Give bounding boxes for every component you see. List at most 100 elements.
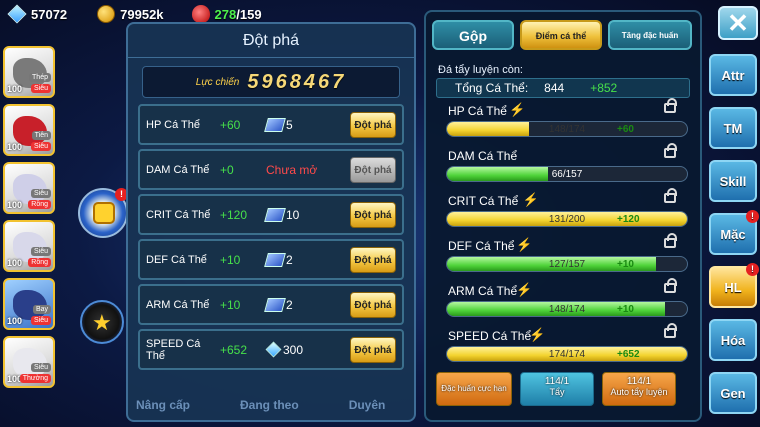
stamina-counter: 278/159: [191, 5, 262, 23]
breakthrough-button[interactable]: Đột phá: [350, 112, 396, 138]
gem-counter: 57072: [7, 4, 67, 24]
stat-row: ARM Cá Thể ⚡ 148/174 +10: [436, 278, 690, 327]
cost-value: 2: [286, 252, 293, 267]
pokemon-type-tag: Siêu: [30, 142, 51, 151]
training-panel: Gộp Điểm cá thể Tăng đặc huấn Đá tẩy luy…: [424, 10, 702, 422]
stat-row: DAM Cá Thể 66/157: [436, 143, 690, 192]
bottom-tab[interactable]: Nâng cấp: [136, 398, 190, 412]
nav-gen[interactable]: Gen: [709, 372, 757, 414]
stat-row: HP Cá Thể ⚡ 148/174 +60: [436, 98, 690, 147]
gold-count: 79952k: [120, 6, 164, 22]
ticket-icon: [264, 207, 286, 222]
nav-mặc[interactable]: Mặc!: [709, 210, 759, 255]
special-training-button[interactable]: Đặc huấn cực hạn: [436, 372, 512, 406]
bag-icon: [93, 202, 115, 224]
bottom-tab[interactable]: Đang theo: [240, 398, 299, 412]
stat-name: SPEED Cá Thể: [146, 337, 201, 362]
stat-bar: 148/174 +60: [446, 121, 688, 137]
breakthrough-row: DEF Cá Thể +10 2 Đột phá: [138, 239, 404, 280]
breakthrough-row: HP Cá Thể +60 5 Đột phá: [138, 104, 404, 145]
stat-bonus: +0: [220, 162, 234, 177]
pokemon-slot[interactable]: 100 Siêu Rồng: [3, 162, 55, 214]
breakthrough-button: Đột phá: [350, 157, 396, 183]
breakthrough-button[interactable]: Đột phá: [350, 202, 396, 228]
bolt-icon: ⚡: [516, 237, 533, 252]
stat-name: ARM Cá Thể: [146, 298, 210, 311]
nav-skill[interactable]: Skill: [709, 160, 757, 202]
pokemon-level: 100: [7, 142, 23, 152]
stat-bar: 174/174 +652: [446, 346, 688, 362]
tab-merge[interactable]: Gộp: [432, 20, 514, 50]
ticket-icon: [264, 252, 286, 267]
bottom-tab[interactable]: Duyên: [349, 398, 386, 412]
nav-label: Attr: [721, 68, 745, 83]
lock-icon[interactable]: [664, 323, 677, 338]
ticket-icon: [264, 297, 286, 312]
pokemon-type-tag: Siêu: [30, 316, 51, 325]
pokemon-level: 100: [7, 84, 23, 94]
remaining-stones-label: Đá tẩy luyện còn:: [438, 64, 523, 76]
stat-bonus: +652: [220, 342, 248, 357]
lock-icon[interactable]: [664, 233, 677, 248]
pokemon-type-tag: Rồng: [28, 200, 51, 209]
alert-badge: !: [746, 263, 759, 276]
stat-row: SPEED Cá Thể ⚡ 174/174 +652: [436, 323, 690, 372]
nav-hóa[interactable]: Hóa: [709, 319, 757, 361]
auto-wash-button[interactable]: 114/1 Auto tẩy luyện: [602, 372, 676, 406]
stat-list: HP Cá Thể ⚡ 148/174 +60 DAM Cá Thể 66/157 CRIT…: [436, 98, 690, 372]
cost-value: 300: [283, 342, 304, 357]
close-button[interactable]: ✕: [718, 6, 758, 40]
wash-button[interactable]: 114/1 Tẩy: [520, 372, 594, 406]
evolve-bag-button[interactable]: !: [78, 188, 128, 238]
pokemon-slot[interactable]: 100 Bay Siêu: [3, 278, 55, 330]
lock-icon[interactable]: [664, 278, 677, 293]
nav-label: Gen: [720, 386, 746, 401]
stat-name: CRIT Cá Thể: [448, 194, 519, 208]
pokemon-type-tag: Siêu: [30, 363, 51, 372]
pokemon-type-tag: Rồng: [28, 258, 51, 267]
stamina-value: 278/159: [215, 7, 262, 22]
stat-bar: 148/174 +10: [446, 301, 688, 317]
ticket-icon: [264, 117, 286, 132]
bolt-icon: ⚡: [509, 102, 526, 117]
pokemon-slot[interactable]: 100 Siêu Thường: [3, 336, 55, 388]
locked-text: Chưa mở: [266, 162, 318, 177]
tab-special-training[interactable]: Tăng đặc huấn: [608, 20, 692, 50]
pokemon-slot[interactable]: 100 Tiên Siêu: [3, 104, 55, 156]
lock-icon[interactable]: [664, 188, 677, 203]
nav-label: Skill: [719, 174, 747, 189]
nav-attr[interactable]: Attr: [709, 54, 757, 96]
stat-bar-bonus: +10: [617, 304, 634, 315]
pokemon-slot[interactable]: 100 Thép Siêu: [3, 46, 55, 98]
breakthrough-button[interactable]: Đột phá: [350, 337, 396, 363]
pokemon-list: 100 Thép Siêu 100 Tiên Siêu 100 Siêu Rồng 100 Siêu…: [3, 46, 57, 394]
bottom-tabs: Nâng cấp Đang theo Duyên: [136, 398, 385, 412]
stat-name: SPEED Cá Thể: [448, 329, 532, 343]
stat-bonus: +60: [220, 117, 241, 132]
stat-bonus: +120: [220, 207, 248, 222]
nav-tm[interactable]: TM: [709, 107, 757, 149]
stat-bar-bonus: +652: [617, 349, 640, 360]
stat-row: CRIT Cá Thể ⚡ 131/200 +120: [436, 188, 690, 237]
star-node[interactable]: ★: [80, 300, 124, 344]
stat-bonus: +10: [220, 252, 241, 267]
pokemon-level: 100: [7, 316, 23, 326]
stat-bar-text: 131/200: [548, 214, 586, 225]
tab-individual-points[interactable]: Điểm cá thể: [520, 20, 602, 50]
pokemon-level: 100: [7, 258, 23, 268]
lock-icon[interactable]: [664, 143, 677, 158]
stat-name: DAM Cá Thể: [146, 163, 210, 176]
stat-bar-text: 174/174: [548, 349, 586, 360]
pokemon-type-tag: Siêu: [30, 247, 51, 256]
stamina-current: 278: [214, 6, 237, 22]
stat-name: HP Cá Thể: [146, 118, 201, 131]
breakthrough-button[interactable]: Đột phá: [350, 292, 396, 318]
nav-hl[interactable]: HL!: [709, 263, 759, 308]
lock-icon[interactable]: [664, 98, 677, 113]
stat-bar-bonus: +120: [617, 214, 640, 225]
breakthrough-button[interactable]: Đột phá: [350, 247, 396, 273]
pokemon-slot[interactable]: 100 Siêu Rồng: [3, 220, 55, 272]
breakthrough-row: ARM Cá Thể +10 2 Đột phá: [138, 284, 404, 325]
diamond-icon: [265, 341, 282, 358]
stat-name: DEF Cá Thể: [448, 239, 515, 253]
